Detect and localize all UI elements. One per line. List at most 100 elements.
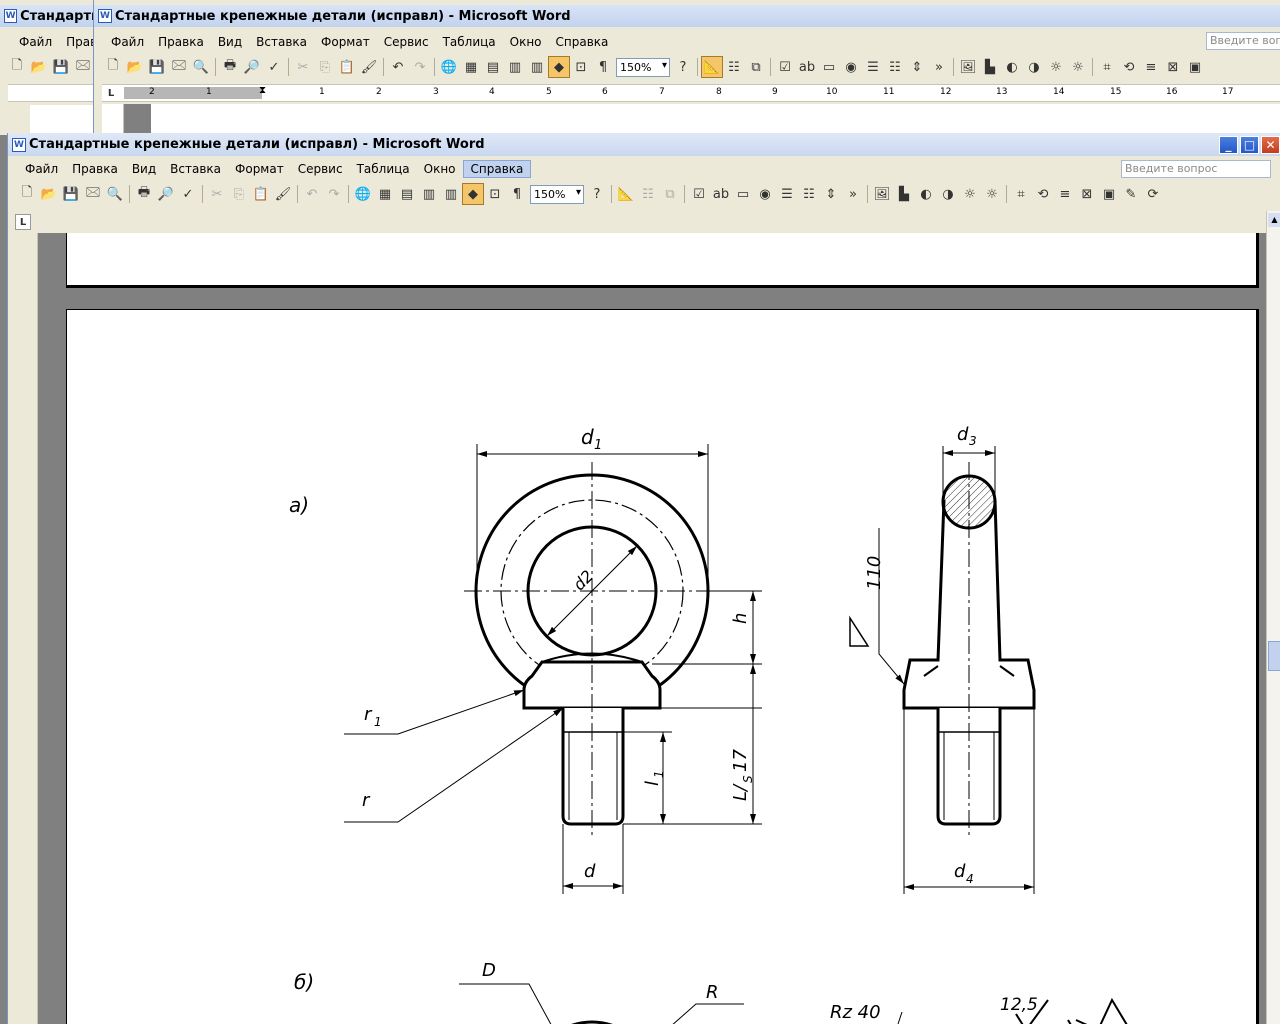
contrast-icon[interactable]: ◐ [915,183,937,205]
mid-menu-edit[interactable]: Правка [151,34,211,50]
properties-icon[interactable]: ☷ [637,183,659,205]
compress-icon[interactable]: ⊠ [1162,56,1184,78]
recolor-icon[interactable]: ✎ [1120,183,1142,205]
menu-help[interactable]: Справка [462,160,532,178]
open-icon[interactable]: 📂 [38,183,60,205]
save-icon[interactable]: 💾 [146,56,168,78]
brightness-icon[interactable]: ◑ [937,183,959,205]
print-icon[interactable]: 🖶 [219,56,241,78]
line-style-icon[interactable]: ≡ [1054,183,1076,205]
save-icon[interactable]: 💾 [60,183,82,205]
print-icon[interactable]: 🖶 [133,183,155,205]
format-picture-icon[interactable]: ▣ [1184,56,1206,78]
rotate-icon[interactable]: ⟲ [1118,56,1140,78]
sun-icon[interactable]: ☼ [959,183,981,205]
redo-icon[interactable]: ↷ [323,183,345,205]
zoom-select[interactable]: 150% [530,184,584,204]
crop-tool-icon[interactable]: ⌗ [1010,183,1032,205]
tables-borders-icon[interactable]: ▦ [460,56,482,78]
copy-icon[interactable]: ⎘ [228,183,250,205]
image-icon[interactable]: 🖼 [871,183,893,205]
back-menu-file[interactable]: Файл [12,34,59,50]
redo-icon[interactable]: ↷ [409,56,431,78]
mid-window-titlebar[interactable]: W Стандартные крепежные детали (исправл)… [94,5,1280,27]
reset-picture-icon[interactable]: ⟳ [1142,183,1164,205]
mid-ask-question-input[interactable]: Введите вопрос [1206,32,1280,50]
menu-file[interactable]: Файл [18,161,65,177]
combo-box-icon[interactable]: ☷ [884,56,906,78]
main-window-titlebar[interactable]: W Стандартные крепежные детали (исправл)… [8,133,1280,156]
compress-icon[interactable]: ⊠ [1076,183,1098,205]
close-button[interactable]: ✕ [1261,135,1280,154]
cut-icon[interactable]: ✂ [206,183,228,205]
spin-icon[interactable]: ⇕ [906,56,928,78]
columns-icon[interactable]: ▥ [440,183,462,205]
tab-selector-icon[interactable]: L [104,85,118,101]
mid-menu-table[interactable]: Таблица [436,34,503,50]
line-style-icon[interactable]: ≡ [1140,56,1162,78]
help-icon[interactable]: ? [672,56,694,78]
insert-excel-icon[interactable]: ▥ [418,183,440,205]
crop-icon[interactable]: ▙ [893,183,915,205]
view-code-icon[interactable]: ⧉ [745,56,767,78]
crop-tool-icon[interactable]: ⌗ [1096,56,1118,78]
mid-zoom-select[interactable]: 150% [616,57,670,77]
save-icon[interactable]: 💾 [50,56,72,78]
open-icon[interactable]: 📂 [28,56,50,78]
checkbox-icon[interactable]: ☑ [688,183,710,205]
paste-icon[interactable]: 📋 [336,56,358,78]
option-button-icon[interactable]: ◉ [840,56,862,78]
spelling-icon[interactable]: ✓ [177,183,199,205]
menu-table[interactable]: Таблица [350,161,417,177]
show-hide-icon[interactable]: ¶ [592,56,614,78]
contrast-icon[interactable]: ◐ [1001,56,1023,78]
menu-format[interactable]: Формат [228,161,291,177]
open-icon[interactable]: 📂 [124,56,146,78]
tab-selector-icon[interactable]: L [15,214,31,230]
sun-icon[interactable]: ☼ [981,183,1003,205]
mid-menu-file[interactable]: Файл [104,34,151,50]
new-doc-icon[interactable]: 🗋 [16,183,38,205]
textbox-icon[interactable]: ab [710,183,732,205]
menu-view[interactable]: Вид [125,161,163,177]
menu-edit[interactable]: Правка [65,161,125,177]
insert-table-icon[interactable]: ▤ [396,183,418,205]
spelling-icon[interactable]: ✓ [263,56,285,78]
print-preview-icon[interactable]: 🔍 [190,56,212,78]
mid-menu-window[interactable]: Окно [503,34,549,50]
drawing-icon[interactable]: ◆ [462,183,484,205]
sun-icon[interactable]: ☼ [1045,56,1067,78]
button-control-icon[interactable]: ▭ [818,56,840,78]
print-preview-icon[interactable]: 🔍 [104,183,126,205]
document-map-icon[interactable]: ⊡ [484,183,506,205]
undo-icon[interactable]: ↶ [387,56,409,78]
indent-marker-icon[interactable]: ⧗ [259,85,266,96]
cut-icon[interactable]: ✂ [292,56,314,78]
ask-question-input[interactable]: Введите вопрос [1121,160,1271,178]
mid-menu-tools[interactable]: Сервис [377,34,436,50]
menu-window[interactable]: Окно [417,161,463,177]
more-icon[interactable]: » [842,183,864,205]
sun-icon[interactable]: ☼ [1067,56,1089,78]
button-control-icon[interactable]: ▭ [732,183,754,205]
undo-icon[interactable]: ↶ [301,183,323,205]
mid-menu-format[interactable]: Формат [314,34,377,50]
design-mode-icon[interactable]: 📐 [615,183,637,205]
textbox-icon[interactable]: ab [796,56,818,78]
preview-icon[interactable]: 🔎 [241,56,263,78]
help-icon[interactable]: ? [586,183,608,205]
vertical-scrollbar[interactable]: ▲ [1266,211,1280,1024]
preview-icon[interactable]: 🔎 [155,183,177,205]
columns-icon[interactable]: ▥ [526,56,548,78]
menu-tools[interactable]: Сервис [291,161,350,177]
minimize-button[interactable]: _ [1219,135,1238,154]
crop-icon[interactable]: ▙ [979,56,1001,78]
more-icon[interactable]: » [928,56,950,78]
option-button-icon[interactable]: ◉ [754,183,776,205]
properties-icon[interactable]: ☷ [723,56,745,78]
scroll-up-icon[interactable]: ▲ [1268,213,1280,227]
rotate-icon[interactable]: ⟲ [1032,183,1054,205]
mid-menu-view[interactable]: Вид [211,34,249,50]
list-box-icon[interactable]: ☰ [862,56,884,78]
copy-icon[interactable]: ⎘ [314,56,336,78]
